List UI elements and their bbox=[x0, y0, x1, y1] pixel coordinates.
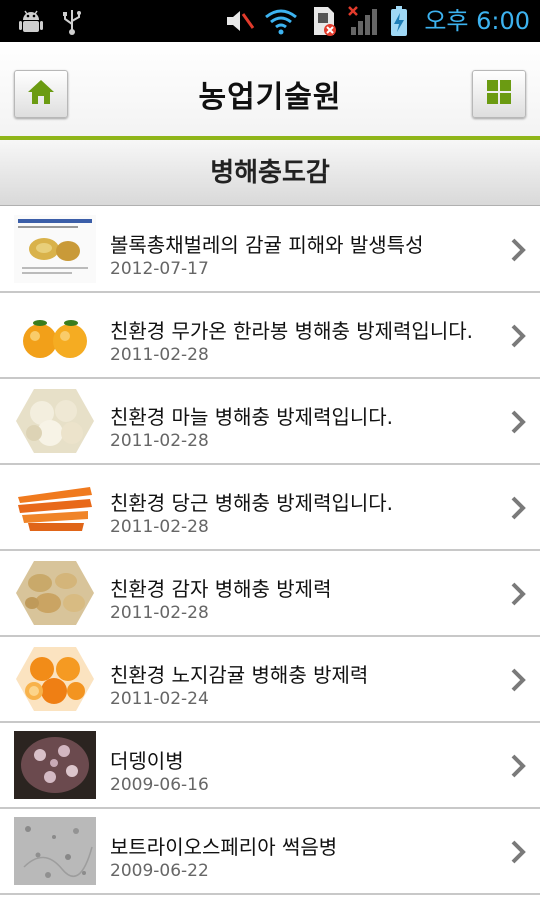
list-item-title: 친환경 당근 병해충 방제력입니다. bbox=[110, 491, 394, 515]
menu-button[interactable] bbox=[472, 70, 526, 118]
list-item[interactable]: 친환경 마늘 병해충 방제력입니다. 2011-02-28 bbox=[0, 379, 540, 465]
thumbnail-carrot bbox=[14, 473, 96, 541]
list-item-title: 볼록총채벌레의 감귤 피해와 발생특성 bbox=[110, 233, 424, 257]
thumbnail-petri bbox=[14, 731, 96, 799]
signal-icon bbox=[346, 0, 382, 42]
section-title: 병해충도감 bbox=[210, 158, 330, 188]
chevron-right-icon bbox=[508, 753, 528, 779]
wifi-icon bbox=[262, 0, 300, 42]
status-time: 오후 6:00 bbox=[424, 7, 530, 35]
list-item[interactable]: 친환경 노지감귤 병해충 방제력 2011-02-24 bbox=[0, 637, 540, 723]
chevron-right-icon bbox=[508, 495, 528, 521]
app-header: 농업기술원 bbox=[0, 42, 540, 138]
sim-error-icon bbox=[308, 0, 340, 42]
volume-muted-icon bbox=[222, 0, 256, 42]
chevron-right-icon bbox=[508, 409, 528, 435]
battery-charging-icon bbox=[388, 0, 410, 42]
thumbnail-document bbox=[14, 215, 96, 283]
list-item-date: 2011-02-28 bbox=[110, 345, 209, 365]
thumbnail-garlic bbox=[14, 387, 96, 455]
list-item-date: 2011-02-28 bbox=[110, 431, 209, 451]
chevron-right-icon bbox=[508, 237, 528, 263]
thumbnail-tangerine bbox=[14, 645, 96, 713]
usb-icon bbox=[58, 0, 86, 42]
thumbnail-microscope bbox=[14, 817, 96, 885]
list-item[interactable]: 친환경 무가온 한라봉 병해충 방제력입니다. 2011-02-28 bbox=[0, 293, 540, 379]
grid-menu-icon bbox=[485, 78, 513, 110]
thumbnail-hallabong bbox=[14, 301, 96, 369]
list-item-title: 친환경 마늘 병해충 방제력입니다. bbox=[110, 405, 394, 429]
list-item[interactable]: 볼록총채벌레의 감귤 피해와 발생특성 2012-07-17 bbox=[0, 207, 540, 293]
chevron-right-icon bbox=[508, 839, 528, 865]
list-item[interactable]: 친환경 당근 병해충 방제력입니다. 2011-02-28 bbox=[0, 465, 540, 551]
list-item-date: 2009-06-22 bbox=[110, 861, 209, 881]
app-title: 농업기술원 bbox=[198, 80, 342, 115]
chevron-right-icon bbox=[508, 323, 528, 349]
chevron-right-icon bbox=[508, 667, 528, 693]
list-item-title: 더뎅이병 bbox=[110, 749, 184, 773]
pest-list: 볼록총채벌레의 감귤 피해와 발생특성 2012-07-17 친환경 무가온 한… bbox=[0, 207, 540, 895]
list-item-title: 친환경 무가온 한라봉 병해충 방제력입니다. bbox=[110, 319, 473, 343]
list-item-date: 2011-02-28 bbox=[110, 603, 209, 623]
thumbnail-potato bbox=[14, 559, 96, 627]
section-header: 병해충도감 bbox=[0, 140, 540, 206]
list-item-date: 2011-02-24 bbox=[110, 689, 209, 709]
list-item[interactable]: 더뎅이병 2009-06-16 bbox=[0, 723, 540, 809]
list-item[interactable]: 보트라이오스페리아 썩음병 2009-06-22 bbox=[0, 809, 540, 895]
status-bar: 오후 6:00 bbox=[0, 0, 540, 42]
list-item-title: 친환경 노지감귤 병해충 방제력 bbox=[110, 663, 369, 687]
chevron-right-icon bbox=[508, 581, 528, 607]
android-debug-icon bbox=[14, 0, 48, 42]
list-item-date: 2012-07-17 bbox=[110, 259, 209, 279]
list-item-title: 친환경 감자 병해충 방제력 bbox=[110, 577, 332, 601]
list-item-title: 보트라이오스페리아 썩음병 bbox=[110, 835, 338, 859]
list-item-date: 2011-02-28 bbox=[110, 517, 209, 537]
list-item-date: 2009-06-16 bbox=[110, 775, 209, 795]
list-item[interactable]: 친환경 감자 병해충 방제력 2011-02-28 bbox=[0, 551, 540, 637]
